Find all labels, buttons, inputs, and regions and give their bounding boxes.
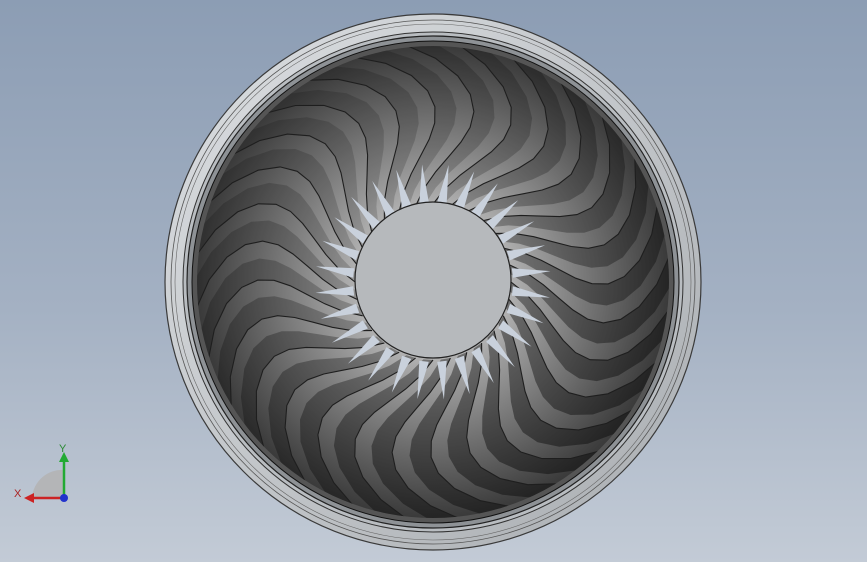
y-axis-label: Y (59, 443, 67, 455)
fan-hub[interactable] (354, 201, 512, 359)
triad-plane (32, 469, 64, 498)
z-axis-dot (60, 494, 68, 502)
x-axis-arrow (24, 493, 34, 503)
x-axis-label: X (14, 488, 22, 500)
graphics-viewport[interactable]: Y X (0, 0, 867, 562)
axis-triad: Y X (14, 443, 69, 503)
fan-model[interactable] (0, 0, 867, 562)
